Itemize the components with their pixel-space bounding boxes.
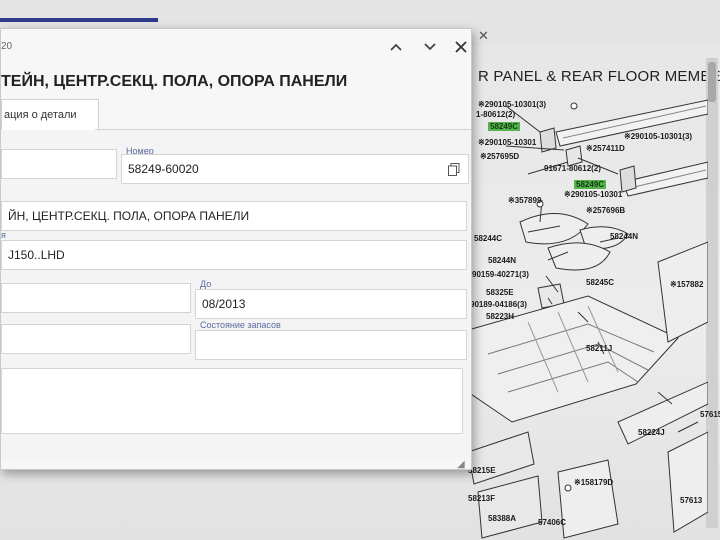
part-label[interactable]: 57406C <box>538 518 566 527</box>
part-label[interactable]: 58211J <box>586 344 612 353</box>
part-label-highlighted[interactable]: 58249C <box>574 180 607 189</box>
part-label[interactable]: 58244C <box>474 234 502 243</box>
part-label[interactable]: 90189-04186(3) <box>470 300 527 309</box>
model-field[interactable]: J150..LHD <box>1 240 467 270</box>
part-label[interactable]: 58388A <box>488 514 516 523</box>
part-label[interactable]: 57613 <box>680 496 702 505</box>
part-field-left[interactable] <box>1 149 117 179</box>
tab-part-info[interactable]: ация о детали <box>1 99 99 130</box>
part-label[interactable]: 58245C <box>586 278 614 287</box>
part-label-highlighted[interactable]: 58249C <box>488 122 521 131</box>
catalog-title: R PANEL & REAR FLOOR MEMBER <box>478 68 720 85</box>
part-label[interactable]: ※290105-10301(3) <box>624 132 692 141</box>
to-date-label: До <box>200 279 212 289</box>
part-number-field[interactable]: 58249-60020 <box>121 154 469 184</box>
part-label[interactable]: 58244N <box>488 256 516 265</box>
part-label[interactable]: ※158179D <box>574 478 613 487</box>
part-label[interactable]: ※290105-10301(3) <box>478 100 546 109</box>
part-label[interactable]: ※290105-10301 <box>564 190 622 199</box>
part-label[interactable]: 58325E <box>486 288 514 297</box>
part-label[interactable]: 58224J <box>638 428 665 437</box>
resize-handle-icon[interactable]: ◢ <box>457 459 465 470</box>
close-icon[interactable]: ✕ <box>478 28 489 44</box>
dialog-id: 20 <box>1 41 13 52</box>
part-label[interactable]: ※257696B <box>586 206 625 215</box>
model-value: J150..LHD <box>8 248 65 262</box>
notes-area[interactable] <box>1 368 463 434</box>
part-label[interactable]: ※257411D <box>586 144 625 153</box>
part-label[interactable]: ※357899 <box>508 196 541 205</box>
part-label[interactable]: 58213F <box>468 494 495 503</box>
to-date-value: 08/2013 <box>202 297 246 311</box>
parts-diagram[interactable]: ※290105-10301(3) 1-80612(2) 58249C ※2901… <box>468 92 720 540</box>
part-detail-dialog: 20 ТЕЙН, ЦЕНТР.СЕКЦ. ПОЛА, ОПОРА ПАНЕЛИ … <box>0 28 472 470</box>
stock-field[interactable] <box>195 330 467 360</box>
part-label[interactable]: 1-80612(2) <box>476 110 515 119</box>
left-field[interactable] <box>1 324 191 354</box>
dialog-header: 20 <box>1 29 471 63</box>
part-label[interactable]: ※290105-10301 <box>478 138 536 147</box>
next-button[interactable] <box>417 35 443 59</box>
part-label[interactable]: 58244N <box>610 232 638 241</box>
dialog-title: ТЕЙН, ЦЕНТР.СЕКЦ. ПОЛА, ОПОРА ПАНЕЛИ <box>1 73 348 90</box>
to-date-field[interactable]: 08/2013 <box>195 289 467 319</box>
part-label[interactable]: ※257695D <box>480 152 519 161</box>
from-date-field[interactable] <box>1 283 191 313</box>
part-label[interactable]: 57615 <box>700 410 720 419</box>
part-label[interactable]: 58223H <box>486 312 514 321</box>
close-icon <box>455 41 467 53</box>
part-label[interactable]: 58215E <box>468 466 496 475</box>
chevron-down-icon <box>424 43 436 51</box>
part-label[interactable]: 90159-40271(3) <box>472 270 529 279</box>
part-label[interactable]: 91671-80612(2) <box>544 164 601 173</box>
loading-progress-bar <box>0 18 158 22</box>
chevron-up-icon <box>390 43 402 51</box>
part-label[interactable]: ※157882 <box>670 280 703 289</box>
catalog-scrollbar-thumb[interactable] <box>708 62 716 102</box>
part-number-value: 58249-60020 <box>128 162 199 176</box>
part-info-panel: Номер 58249-60020 ЙН, ЦЕНТР.СЕКЦ. ПОЛА, … <box>1 130 471 460</box>
part-description-field[interactable]: ЙН, ЦЕНТР.СЕКЦ. ПОЛА, ОПОРА ПАНЕЛИ <box>1 201 467 231</box>
tab-part-info-label: ация о детали <box>4 109 77 121</box>
part-description-value: ЙН, ЦЕНТР.СЕКЦ. ПОЛА, ОПОРА ПАНЕЛИ <box>8 209 250 223</box>
copy-icon[interactable] <box>448 163 460 176</box>
close-button[interactable] <box>448 35 474 59</box>
stock-label: Состояние запасов <box>200 320 281 330</box>
previous-button[interactable] <box>383 35 409 59</box>
model-label: я <box>1 230 6 240</box>
